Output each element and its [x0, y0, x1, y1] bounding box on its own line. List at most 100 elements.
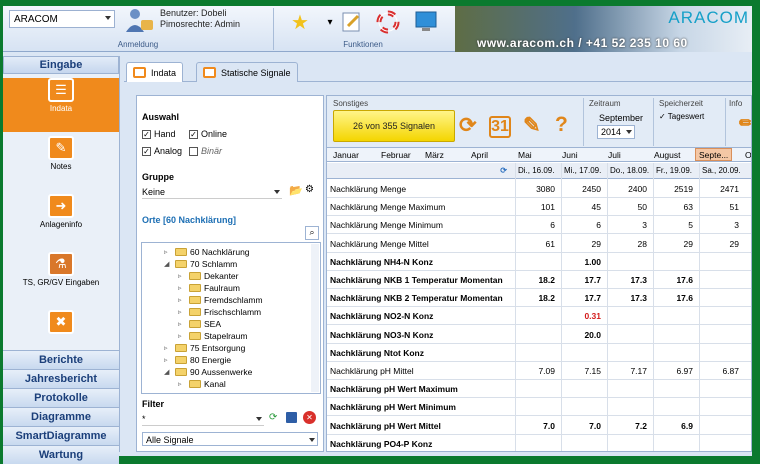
table-cell[interactable]: 18.2 [519, 293, 555, 303]
tree-item[interactable]: ▹ 60 Nachklärung [164, 247, 250, 257]
tree-item[interactable]: ◢ 70 Schlamm [164, 259, 237, 269]
table-cell[interactable]: 3080 [519, 184, 555, 194]
monitor-icon[interactable] [411, 8, 441, 36]
tree-item[interactable]: ▹ Faulraum [178, 283, 240, 293]
nav-eingabe-header[interactable]: Eingabe [3, 56, 119, 74]
table-row[interactable]: Nachklärung NKB 2 Temperatur Momentan 18.… [327, 289, 751, 308]
table-row[interactable]: Nachklärung pH Wert Mittel 7.0 7.0 7.2 6.9 [327, 417, 751, 435]
checkbox-online[interactable]: ✓ Online [189, 129, 227, 139]
tree-item[interactable]: ▹ 75 Entsorgung [164, 343, 245, 353]
tree-item[interactable]: ▹ Dekanter [178, 271, 239, 281]
table-cell[interactable]: 17.3 [611, 293, 647, 303]
table-row[interactable]: Nachklärung Ntot Konz [327, 344, 751, 362]
checkbox-binaer[interactable]: Binär [189, 146, 222, 156]
month-item[interactable]: Mai [518, 150, 532, 160]
table-cell[interactable]: 7.0 [519, 421, 555, 431]
table-cell[interactable]: 6.9 [657, 421, 693, 431]
table-cell[interactable]: 63 [657, 202, 693, 212]
table-row[interactable]: Nachklärung Menge Minimum 6 6 3 5 3 [327, 216, 751, 235]
help-icon[interactable]: ? [555, 113, 568, 137]
checkbox-analog[interactable]: ✓ Analog [142, 146, 182, 156]
table-cell[interactable]: 7.17 [611, 366, 647, 376]
gruppe-select[interactable]: Keine [142, 185, 282, 199]
tree-item[interactable]: ▹ 80 Energie [164, 355, 231, 365]
table-cell[interactable]: 3 [703, 220, 739, 230]
signals-select[interactable]: Alle Signale [142, 432, 318, 446]
table-cell[interactable]: 7.09 [519, 366, 555, 376]
table-row[interactable]: Nachklärung pH Mittel 7.09 7.15 7.17 6.97 6.8… [327, 362, 751, 380]
pencil-icon[interactable]: ✏ [739, 113, 751, 134]
folder-open-icon[interactable]: 📂 [289, 184, 303, 197]
search-icon[interactable]: ⌕ [305, 226, 319, 240]
table-cell[interactable]: 2400 [611, 184, 647, 194]
nav-item-anlageninfo[interactable]: ➜ Anlageninfo [3, 194, 119, 248]
table-cell[interactable]: 50 [611, 202, 647, 212]
checkbox-hand[interactable]: ✓ Hand [142, 129, 176, 139]
column-header[interactable]: Do., 18.09. [607, 163, 653, 179]
month-item[interactable]: Juni [562, 150, 578, 160]
table-cell[interactable]: 2450 [565, 184, 601, 194]
table-row[interactable]: Nachklärung NO3-N Konz 20.0 [327, 326, 751, 344]
month-item-selected[interactable]: Septe... [695, 148, 733, 161]
table-cell[interactable]: 28 [611, 239, 647, 249]
nav-item-tools[interactable]: ✖ [3, 310, 119, 350]
app-select[interactable]: ARACOM [9, 10, 115, 28]
tab-indata[interactable]: Indata [126, 62, 184, 82]
tree-item[interactable]: ▹ Kanal [178, 379, 226, 389]
delete-icon[interactable]: ✕ [303, 411, 316, 424]
table-cell[interactable]: 17.7 [565, 293, 601, 303]
table-cell[interactable]: 0.31 [565, 311, 601, 321]
speicherzeit-value[interactable]: ✓ Tageswert [659, 112, 704, 121]
table-row[interactable]: Nachklärung NO2-N Konz 0.31 [327, 307, 751, 326]
table-cell[interactable]: 3 [611, 220, 647, 230]
table-row[interactable]: Nachklärung NH4-N Konz 1.00 [327, 253, 751, 271]
wrench-icon[interactable]: ✎ [523, 113, 541, 138]
tree-item[interactable]: ▹ Stapelraum [178, 331, 247, 341]
nav-item-ts-eingaben[interactable]: ⚗ TS, GR/GV Eingaben [3, 252, 119, 306]
column-header[interactable]: Fr., 19.09. [653, 163, 699, 179]
table-cell[interactable]: 45 [565, 202, 601, 212]
user-icon[interactable] [121, 6, 157, 36]
month-item[interactable]: Februar [381, 150, 411, 160]
calendar-icon[interactable]: 31 [489, 116, 511, 138]
column-header[interactable]: Sa., 20.09. [699, 163, 751, 179]
group-settings-icon[interactable]: ⚙ [305, 184, 314, 195]
table-cell[interactable]: 6 [565, 220, 601, 230]
table-row[interactable]: Nachklärung Menge Mittel 61 29 28 29 29 [327, 235, 751, 253]
zeitraum-month[interactable]: September [599, 113, 643, 123]
table-cell[interactable]: 6.87 [703, 366, 739, 376]
table-cell[interactable]: 7.2 [611, 421, 647, 431]
table-cell[interactable]: 29 [565, 239, 601, 249]
table-row[interactable]: Nachklärung NKB 1 Temperatur Momentan 18.… [327, 271, 751, 289]
column-header[interactable]: Mi., 17.09. [561, 163, 607, 179]
tree-item[interactable]: ▹ SEA [178, 319, 221, 329]
table-cell[interactable]: 51 [703, 202, 739, 212]
tree-item[interactable]: ▹ Fremdschlamm [178, 295, 263, 305]
month-item[interactable]: O [745, 150, 751, 160]
signals-count-button[interactable]: 26 von 355 Signalen [333, 110, 455, 142]
zeitraum-year-select[interactable]: 2014 [597, 125, 635, 139]
table-cell[interactable]: 17.7 [565, 275, 601, 285]
tab-statische-signale[interactable]: Statische Signale [196, 62, 298, 82]
table-cell[interactable]: 7.15 [565, 366, 601, 376]
refresh-icon[interactable]: ⟳ [269, 412, 277, 423]
month-item[interactable]: Januar [333, 150, 359, 160]
table-row[interactable]: Nachklärung PO4-P Konz [327, 435, 751, 451]
filter-select[interactable]: * [142, 412, 264, 426]
nav-button-diagramme[interactable]: Diagramme [3, 407, 119, 426]
tree-item[interactable]: ▹ Frischschlamm [178, 307, 261, 317]
table-cell[interactable]: 17.3 [611, 275, 647, 285]
nav-item-indata[interactable]: ☰ Indata [3, 78, 119, 132]
lifebuoy-icon[interactable] [373, 8, 403, 36]
nav-button-smartdiagramme[interactable]: SmartDiagramme [3, 426, 119, 445]
orte-tree[interactable]: ▹ 60 Nachklärung ◢ 70 Schlamm ▹ Dekanter ▹ F… [141, 242, 321, 394]
column-header[interactable]: Di., 16.09. [515, 163, 561, 179]
table-cell[interactable]: 29 [703, 239, 739, 249]
table-cell[interactable]: 1.00 [565, 257, 601, 267]
nav-button-berichte[interactable]: Berichte [3, 350, 119, 369]
month-item[interactable]: Juli [608, 150, 621, 160]
month-item[interactable]: März [425, 150, 444, 160]
table-cell[interactable]: 5 [657, 220, 693, 230]
nav-button-protokolle[interactable]: Protokolle [3, 388, 119, 407]
nav-button-jahresbericht[interactable]: Jahresbericht [3, 369, 119, 388]
